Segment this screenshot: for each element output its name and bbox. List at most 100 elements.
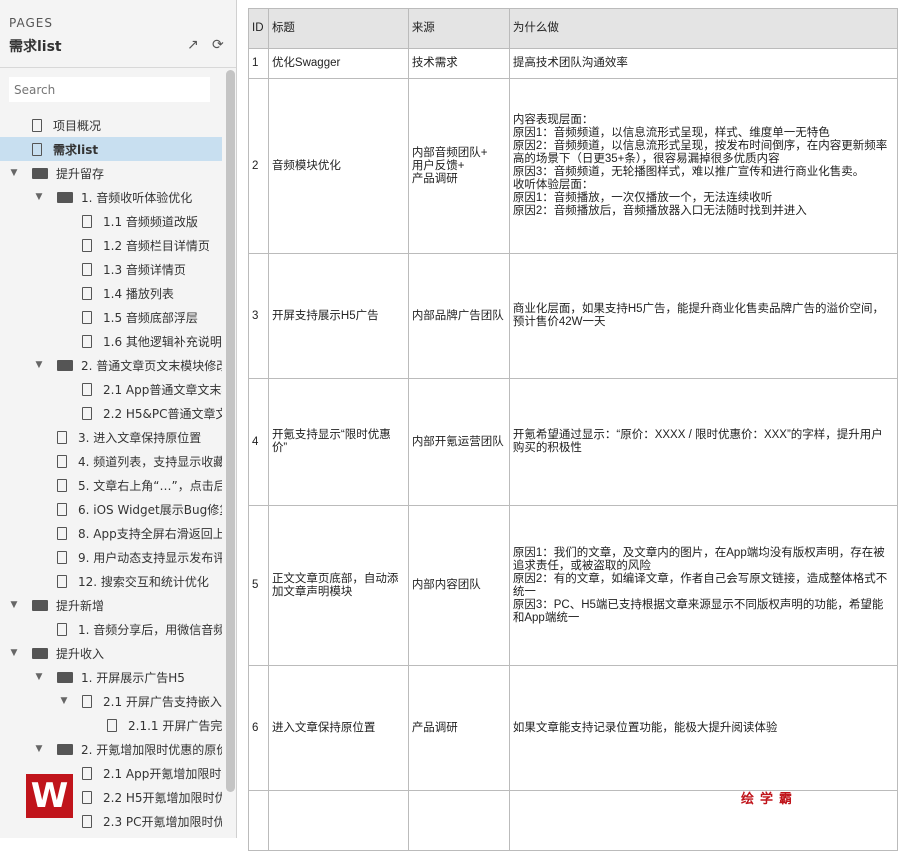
document-icon: [82, 310, 92, 324]
cell-id[interactable]: 3: [248, 253, 269, 379]
sidebar-item[interactable]: ▼ 2.1 开屏广告支持嵌入h5: [0, 689, 222, 713]
sidebar-item-label: 1. 开屏展示广告H5: [81, 670, 185, 685]
cell-source[interactable]: 产品调研: [407, 665, 510, 791]
expand-arrow-icon[interactable]: ▼: [33, 360, 45, 370]
sidebar-item[interactable]: ▼ 提升收入: [0, 641, 222, 665]
cell-why[interactable]: 如果文章能支持记录位置功能，能极大提升阅读体验: [508, 665, 898, 791]
sidebar-item[interactable]: ▼ 2. 普通文章页文末模块修改: [0, 353, 222, 377]
cell-id-text: 2: [252, 159, 259, 172]
header-source[interactable]: 来源: [407, 8, 510, 49]
sidebar-item[interactable]: 1.4 播放列表: [0, 281, 222, 305]
header-why[interactable]: 为什么做: [508, 8, 898, 49]
sidebar-item-label: 1.2 音频栏目详情页: [103, 238, 210, 253]
cell-title[interactable]: 优化Swagger: [267, 48, 409, 79]
folder-icon: [57, 359, 73, 371]
cell-why[interactable]: 提高技术团队沟通效率: [508, 48, 898, 79]
document-icon: [32, 118, 42, 132]
expand-arrow-icon[interactable]: ▼: [8, 600, 20, 610]
cell-source-text: 内部品牌广告团队: [411, 309, 504, 322]
sidebar-item-label: 1. 音频分享后，用微信音频模板: [78, 622, 222, 637]
expand-arrow-icon[interactable]: ▼: [58, 696, 70, 706]
cell-title[interactable]: 音频模块优化: [267, 78, 409, 254]
cell-source[interactable]: 内部开氪运营团队: [407, 378, 510, 506]
cell-why[interactable]: [508, 790, 898, 851]
cell-id[interactable]: [248, 790, 269, 851]
cell-why[interactable]: 开氪希望通过显示：“原价：XXXX / 限时优惠价：XXX”的字样，提升用户购买…: [508, 378, 898, 506]
header-id[interactable]: ID: [248, 8, 269, 49]
cell-title-text: 开屏支持展示H5广告: [271, 309, 379, 322]
sidebar-item[interactable]: 1.6 其他逻辑补充说明: [0, 329, 222, 353]
sidebar-item[interactable]: 2.2 H5&PC普通文章文末模: [0, 401, 222, 425]
sidebar-item[interactable]: 1. 音频分享后，用微信音频模板: [0, 617, 222, 641]
table-row: [248, 790, 898, 851]
expand-arrow-icon[interactable]: ▼: [33, 744, 45, 754]
sidebar-item[interactable]: ▼ 提升新增: [0, 593, 222, 617]
search-input[interactable]: [9, 77, 210, 102]
sidebar-item-label: 1.5 音频底部浮层: [103, 310, 198, 325]
sidebar-item-label: 提升留存: [56, 166, 105, 181]
header-title[interactable]: 标题: [267, 8, 409, 49]
sidebar-item[interactable]: 1.1 音频频道改版: [0, 209, 222, 233]
sidebar-item[interactable]: ▼ 2. 开氪增加限时优惠的原价字段: [0, 737, 222, 761]
cell-source[interactable]: 技术需求: [407, 48, 510, 79]
cell-title[interactable]: 开屏支持展示H5广告: [267, 253, 409, 379]
sidebar-item[interactable]: 1.2 音频栏目详情页: [0, 233, 222, 257]
cell-title[interactable]: [267, 790, 409, 851]
cell-source[interactable]: 内部品牌广告团队: [407, 253, 510, 379]
document-icon: [57, 550, 67, 564]
sidebar-item[interactable]: 项目概况: [0, 113, 222, 137]
cell-source[interactable]: 内部音频团队+ 用户反馈+ 产品调研: [407, 78, 510, 254]
sidebar-item-label: 2. 开氪增加限时优惠的原价字段: [81, 742, 222, 757]
cell-id[interactable]: 5: [248, 505, 269, 666]
cell-id[interactable]: 2: [248, 78, 269, 254]
sidebar-item[interactable]: 12. 搜索交互和统计优化: [0, 569, 222, 593]
sidebar-item[interactable]: 5. 文章右上角“…”，点击后弹窗: [0, 473, 222, 497]
cell-id-text: 4: [252, 435, 259, 448]
expand-arrow-icon[interactable]: ▼: [8, 168, 20, 178]
sidebar-item[interactable]: 需求list: [0, 137, 222, 161]
sidebar-item[interactable]: 9. 用户动态支持显示发布评论的: [0, 545, 222, 569]
expand-arrow-icon[interactable]: ▼: [33, 672, 45, 682]
document-icon: [57, 574, 67, 588]
sidebar-item-label: 提升新增: [56, 598, 105, 613]
sidebar-item-label: 12. 搜索交互和统计优化: [78, 574, 209, 589]
sidebar-item[interactable]: 2.1.1 开屏广告完整流程: [0, 713, 222, 737]
sidebar-item[interactable]: 8. App支持全屏右滑返回上一级: [0, 521, 222, 545]
cell-title[interactable]: 开氪支持显示“限时优惠价”: [267, 378, 409, 506]
sidebar-item[interactable]: 1.5 音频底部浮层: [0, 305, 222, 329]
sidebar-item[interactable]: 2.1 App普通文章文末模块修: [0, 377, 222, 401]
cell-id[interactable]: 4: [248, 378, 269, 506]
sidebar-item[interactable]: 6. iOS Widget展示Bug修复: [0, 497, 222, 521]
cell-id[interactable]: 6: [248, 665, 269, 791]
sidebar-item-label: 4. 频道列表，支持显示收藏数: [78, 454, 222, 469]
sidebar-item-label: 1. 音频收听体验优化: [81, 190, 193, 205]
cell-id[interactable]: 1: [248, 48, 269, 79]
cell-source[interactable]: [407, 790, 510, 851]
sidebar-item[interactable]: ▼ 提升留存: [0, 161, 222, 185]
document-icon: [82, 814, 92, 828]
cell-why-text: 商业化层面，如果支持H5广告，能提升商业化售卖品牌广告的溢价空间，预计售价42W…: [512, 303, 885, 328]
export-icon[interactable]: ↗︎: [187, 37, 199, 53]
sidebar-item[interactable]: ▼ 1. 开屏展示广告H5: [0, 665, 222, 689]
sidebar-item[interactable]: 1.3 音频详情页: [0, 257, 222, 281]
sidebar-item-label: 2.1 App普通文章文末模块修: [103, 382, 222, 397]
document-icon: [57, 502, 67, 516]
scrollbar[interactable]: [226, 70, 235, 792]
cell-source[interactable]: 内部内容团队: [407, 505, 510, 666]
sidebar-item[interactable]: 4. 频道列表，支持显示收藏数: [0, 449, 222, 473]
expand-arrow-icon[interactable]: ▼: [8, 648, 20, 658]
document-icon: [82, 790, 92, 804]
sidebar-item-label: 2.1 App开氪增加限时优惠的: [103, 766, 222, 781]
cell-why[interactable]: 内容表现层面： 原因1：音频频道，以信息流形式呈现，样式、维度单一无特色 原因2…: [508, 78, 898, 254]
cell-why[interactable]: 原因1：我们的文章，及文章内的图片，在App端均没有版权声明，存在被追求责任，或…: [508, 505, 898, 666]
sidebar-item-label: 1.3 音频详情页: [103, 262, 186, 277]
sidebar-item[interactable]: 3. 进入文章保持原位置: [0, 425, 222, 449]
sidebar-item[interactable]: ▼ 1. 音频收听体验优化: [0, 185, 222, 209]
expand-arrow-icon[interactable]: ▼: [33, 192, 45, 202]
requirements-table-area: ID 标题 来源 为什么做 1 优化Swagger 技术需求 提高技术团队沟通效率 2 音…: [248, 8, 898, 851]
refresh-icon[interactable]: ⟳: [212, 37, 224, 53]
cell-title[interactable]: 进入文章保持原位置: [267, 665, 409, 791]
cell-why[interactable]: 商业化层面，如果支持H5广告，能提升商业化售卖品牌广告的溢价空间，预计售价42W…: [508, 253, 898, 379]
folder-icon: [32, 647, 48, 659]
cell-title[interactable]: 正文文章页底部，自动添加文章声明模块: [267, 505, 409, 666]
